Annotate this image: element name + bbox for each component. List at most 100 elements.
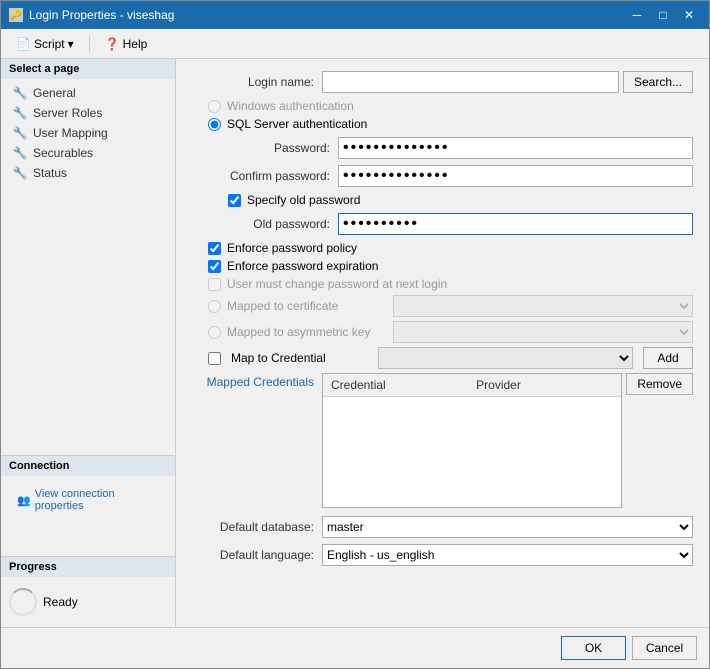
windows-auth-radio[interactable] — [208, 100, 221, 113]
sidebar: Select a page 🔧 General 🔧 Server Roles 🔧… — [1, 59, 176, 627]
sidebar-item-status[interactable]: 🔧 Status — [1, 163, 175, 183]
map-to-credential-label: Map to Credential — [227, 351, 372, 365]
maximize-button[interactable]: □ — [651, 5, 675, 25]
add-credential-button[interactable]: Add — [643, 347, 693, 369]
login-name-input[interactable] — [322, 71, 619, 93]
map-to-credential-checkbox[interactable] — [208, 352, 221, 365]
sidebar-connection: Connection 👥 View connection properties — [1, 455, 175, 556]
enforce-expiration-checkbox[interactable] — [208, 260, 221, 273]
confirm-password-label: Confirm password: — [228, 169, 338, 183]
script-icon: 📄 — [16, 37, 31, 51]
password-row: Password: — [208, 137, 693, 159]
securables-icon: 🔧 — [13, 146, 27, 160]
help-button[interactable]: ❓ Help — [98, 34, 155, 54]
sql-auth-radio[interactable] — [208, 118, 221, 131]
windows-auth-label: Windows authentication — [227, 99, 354, 113]
enforce-policy-checkbox[interactable] — [208, 242, 221, 255]
login-name-row: Login name: Search... — [192, 71, 693, 93]
old-password-row: Old password: — [208, 213, 693, 235]
mapped-to-cert-radio[interactable] — [208, 300, 221, 313]
sidebar-item-server-roles[interactable]: 🔧 Server Roles — [1, 103, 175, 123]
enforce-policy-label: Enforce password policy — [227, 241, 357, 255]
mapped-credentials-text: Mapped Credentials — [207, 375, 314, 389]
login-name-label: Login name: — [192, 75, 322, 89]
mapped-to-asym-select[interactable] — [393, 321, 693, 343]
title-bar-controls: ─ □ ✕ — [625, 5, 701, 25]
confirm-password-input[interactable] — [338, 165, 693, 187]
mapped-credentials-section: Mapped Credentials Credential Provider R… — [192, 373, 693, 508]
cancel-button[interactable]: Cancel — [632, 636, 697, 660]
credentials-table-container: Credential Provider — [322, 373, 622, 508]
windows-auth-row: Windows authentication — [204, 99, 693, 113]
script-label: Script — [34, 37, 65, 51]
view-connection-link[interactable]: 👥 View connection properties — [9, 484, 167, 516]
enforce-policy-checkbox-row: Enforce password policy — [208, 241, 693, 255]
map-to-credential-select[interactable] — [378, 347, 633, 369]
mapped-to-cert-label: Mapped to certificate — [227, 299, 387, 313]
content-area: Select a page 🔧 General 🔧 Server Roles 🔧… — [1, 59, 709, 627]
title-bar: 🔑 Login Properties - viseshag ─ □ ✕ — [1, 1, 709, 29]
default-language-select[interactable]: English - us_english — [322, 544, 693, 566]
old-password-input[interactable] — [338, 213, 693, 235]
map-to-credential-row: Map to Credential Add — [192, 347, 693, 369]
footer: OK Cancel — [1, 627, 709, 668]
default-language-row: Default language: English - us_english — [192, 544, 693, 566]
enforce-expiration-label: Enforce password expiration — [227, 259, 378, 273]
window-title: Login Properties - viseshag — [29, 8, 174, 22]
help-icon: ❓ — [105, 37, 120, 51]
minimize-button[interactable]: ─ — [625, 5, 649, 25]
password-label: Password: — [228, 141, 338, 155]
close-button[interactable]: ✕ — [677, 5, 701, 25]
status-icon: 🔧 — [13, 166, 27, 180]
script-dropdown-icon: ▾ — [68, 37, 74, 51]
specify-old-password-label: Specify old password — [247, 193, 360, 207]
toolbar: 📄 Script ▾ ❓ Help — [1, 29, 709, 59]
connection-header: Connection — [1, 456, 175, 476]
user-must-change-checkbox[interactable] — [208, 278, 221, 291]
password-input[interactable] — [338, 137, 693, 159]
ok-button[interactable]: OK — [561, 636, 626, 660]
sidebar-item-label: User Mapping — [33, 126, 108, 140]
sidebar-nav: 🔧 General 🔧 Server Roles 🔧 User Mapping … — [1, 79, 175, 455]
default-language-label: Default language: — [192, 548, 322, 562]
sidebar-item-label: General — [33, 86, 76, 100]
general-icon: 🔧 — [13, 86, 27, 100]
confirm-password-row: Confirm password: — [208, 165, 693, 187]
password-section: Password: Confirm password: Specify old … — [208, 137, 693, 235]
progress-spinner — [9, 588, 37, 616]
mapped-to-asym-radio[interactable] — [208, 326, 221, 339]
default-database-select[interactable]: master — [322, 516, 693, 538]
window-icon: 🔑 — [9, 8, 23, 22]
toolbar-separator — [89, 35, 90, 53]
connection-body: 👥 View connection properties — [1, 476, 175, 556]
title-bar-left: 🔑 Login Properties - viseshag — [9, 8, 174, 22]
progress-status: Ready — [43, 595, 78, 609]
sidebar-item-label: Status — [33, 166, 67, 180]
sql-auth-row: SQL Server authentication — [204, 117, 693, 131]
credentials-table-header: Credential Provider — [323, 374, 621, 397]
script-button[interactable]: 📄 Script ▾ — [9, 34, 81, 54]
mapped-to-asym-label: Mapped to asymmetric key — [227, 325, 387, 339]
auth-options: Windows authentication SQL Server authen… — [192, 99, 693, 131]
sidebar-item-label: Securables — [33, 146, 93, 160]
remove-button[interactable]: Remove — [626, 373, 693, 395]
sidebar-item-general[interactable]: 🔧 General — [1, 83, 175, 103]
user-must-change-checkbox-row: User must change password at next login — [208, 277, 693, 291]
main-panel: Login name: Search... Windows authentica… — [176, 59, 709, 627]
enforce-policy-row: Enforce password policy Enforce password… — [192, 241, 693, 291]
credentials-table: Credential Provider — [322, 373, 622, 508]
default-database-label: Default database: — [192, 520, 322, 534]
sidebar-item-securables[interactable]: 🔧 Securables — [1, 143, 175, 163]
main-window: 🔑 Login Properties - viseshag ─ □ ✕ 📄 Sc… — [0, 0, 710, 669]
specify-old-password-checkbox[interactable] — [228, 194, 241, 207]
view-connection-label: View connection properties — [35, 488, 159, 512]
sql-auth-label: SQL Server authentication — [227, 117, 367, 131]
credential-col-header: Credential — [327, 376, 472, 394]
search-button[interactable]: Search... — [623, 71, 693, 93]
mapped-to-cert-select[interactable] — [393, 295, 693, 317]
progress-header: Progress — [1, 557, 175, 577]
user-must-change-label: User must change password at next login — [227, 277, 447, 291]
sidebar-item-label: Server Roles — [33, 106, 102, 120]
sidebar-progress: Progress Ready — [1, 556, 175, 627]
sidebar-item-user-mapping[interactable]: 🔧 User Mapping — [1, 123, 175, 143]
